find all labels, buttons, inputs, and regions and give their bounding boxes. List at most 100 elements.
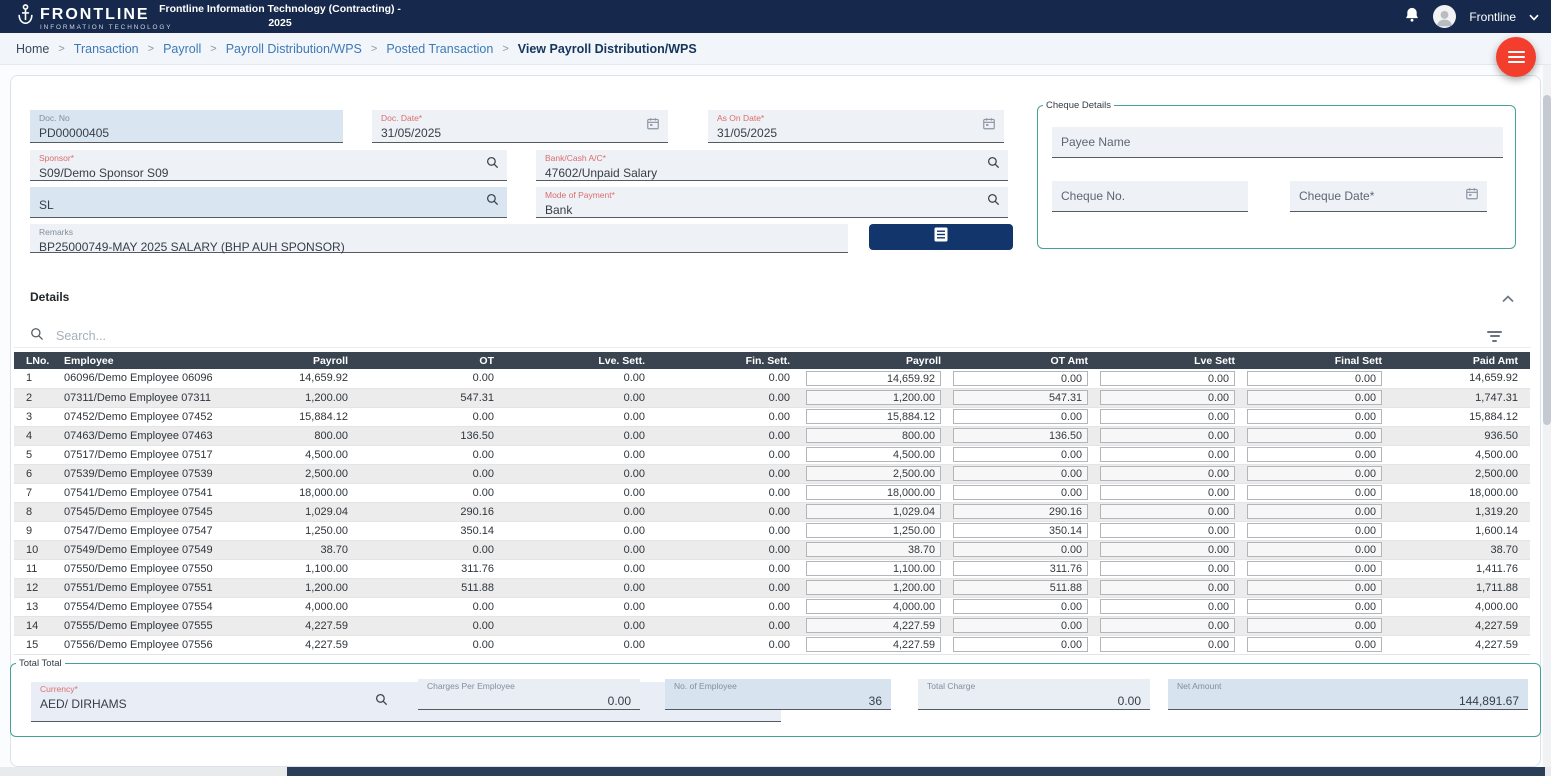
calendar-icon[interactable] — [1465, 187, 1479, 206]
cell-input-lve_sett_amt[interactable]: 0.00 — [1100, 523, 1235, 538]
charges-per-employee-field[interactable]: Charges Per Employee 0.00 — [418, 679, 640, 710]
cell-input-payroll_amt[interactable]: 18,000.00 — [806, 485, 941, 500]
calendar-icon[interactable] — [646, 117, 660, 136]
search-icon[interactable] — [486, 156, 499, 174]
cell-input-ot_amt[interactable]: 0.00 — [953, 447, 1088, 462]
cell-input-final_sett_amt[interactable]: 0.00 — [1247, 390, 1382, 405]
cell-input-payroll_amt[interactable]: 1,200.00 — [806, 390, 941, 405]
user-menu[interactable]: Frontline — [1469, 10, 1516, 24]
cell-input-lve_sett_amt[interactable]: 0.00 — [1100, 599, 1235, 614]
cell-input-payroll_amt[interactable]: 4,000.00 — [806, 599, 941, 614]
cell-input-lve_sett_amt[interactable]: 0.00 — [1100, 504, 1235, 519]
cell-input-lve_sett_amt[interactable]: 0.00 — [1100, 371, 1235, 386]
cell-final_sett_amt: 0.00 — [1241, 616, 1388, 635]
cell-input-ot_amt[interactable]: 0.00 — [953, 618, 1088, 633]
sponsor-field[interactable]: Sponsor* S09/Demo Sponsor S09 — [30, 150, 507, 181]
cell-input-ot_amt[interactable]: 0.00 — [953, 637, 1088, 652]
cell-input-ot_amt[interactable]: 311.76 — [953, 561, 1088, 576]
cell-input-lve_sett_amt[interactable]: 0.00 — [1100, 428, 1235, 443]
filter-icon[interactable] — [1487, 328, 1502, 344]
cell-input-final_sett_amt[interactable]: 0.00 — [1247, 466, 1382, 481]
chevron-down-icon[interactable] — [1529, 8, 1539, 26]
search-icon[interactable] — [486, 193, 499, 211]
cell-input-lve_sett_amt[interactable]: 0.00 — [1100, 485, 1235, 500]
cheque-no-input[interactable] — [1061, 181, 1239, 211]
cell-input-final_sett_amt[interactable]: 0.00 — [1247, 637, 1382, 652]
remarks-document-button[interactable] — [869, 224, 1013, 250]
cell-input-final_sett_amt[interactable]: 0.00 — [1247, 504, 1382, 519]
cheque-details-group: Cheque Details — [1037, 100, 1516, 249]
breadcrumb-transaction[interactable]: Transaction — [74, 42, 139, 56]
cell-input-payroll_amt[interactable]: 14,659.92 — [806, 371, 941, 386]
total-charge-field[interactable]: Total Charge 0.00 — [918, 679, 1150, 710]
cell-input-ot_amt[interactable]: 0.00 — [953, 466, 1088, 481]
cell-input-payroll_amt[interactable]: 1,029.04 — [806, 504, 941, 519]
cell-input-payroll_amt[interactable]: 1,250.00 — [806, 523, 941, 538]
cell-input-ot_amt[interactable]: 0.00 — [953, 542, 1088, 557]
cell-input-final_sett_amt[interactable]: 0.00 — [1247, 428, 1382, 443]
cell-input-lve_sett_amt[interactable]: 0.00 — [1100, 390, 1235, 405]
bank-cash-account-field[interactable]: Bank/Cash A/C* 47602/Unpaid Salary — [536, 150, 1008, 181]
cell-input-final_sett_amt[interactable]: 0.00 — [1247, 371, 1382, 386]
breadcrumb-home[interactable]: Home — [16, 42, 49, 56]
cell-input-final_sett_amt[interactable]: 0.00 — [1247, 409, 1382, 424]
search-icon[interactable] — [987, 193, 1000, 211]
cell-input-final_sett_amt[interactable]: 0.00 — [1247, 542, 1382, 557]
cell-input-payroll_amt[interactable]: 1,200.00 — [806, 580, 941, 595]
cell-input-ot_amt[interactable]: 0.00 — [953, 485, 1088, 500]
payee-name-input[interactable] — [1061, 127, 1494, 157]
cell-input-final_sett_amt[interactable]: 0.00 — [1247, 599, 1382, 614]
cell-input-final_sett_amt[interactable]: 0.00 — [1247, 618, 1382, 633]
as-on-date-field[interactable]: As On Date* 31/05/2025 — [708, 110, 1004, 143]
search-input[interactable] — [56, 329, 356, 343]
cell-input-lve_sett_amt[interactable]: 0.00 — [1100, 466, 1235, 481]
cell-input-lve_sett_amt[interactable]: 0.00 — [1100, 447, 1235, 462]
chevron-up-icon[interactable] — [1502, 290, 1514, 308]
search-icon[interactable] — [375, 693, 388, 711]
brand-logo[interactable]: FRONTLINE INFORMATION TECHNOLOGY — [16, 3, 172, 31]
cheque-date-input[interactable] — [1299, 181, 1478, 211]
cell-input-payroll_amt[interactable]: 1,100.00 — [806, 561, 941, 576]
breadcrumb-payroll-distribution[interactable]: Payroll Distribution/WPS — [226, 42, 362, 56]
cell-input-final_sett_amt[interactable]: 0.00 — [1247, 580, 1382, 595]
cell-input-final_sett_amt[interactable]: 0.00 — [1247, 447, 1382, 462]
breadcrumb-posted-transaction[interactable]: Posted Transaction — [386, 42, 493, 56]
remarks-field[interactable]: Remarks BP25000749-MAY 2025 SALARY (BHP … — [30, 224, 848, 253]
user-avatar[interactable] — [1433, 5, 1456, 28]
cell-input-ot_amt[interactable]: 0.00 — [953, 409, 1088, 424]
cell-input-lve_sett_amt[interactable]: 0.00 — [1100, 542, 1235, 557]
cell-input-payroll_amt[interactable]: 2,500.00 — [806, 466, 941, 481]
doc-no-field[interactable]: Doc. No PD00000405 — [30, 110, 343, 143]
cell-input-ot_amt[interactable]: 511.88 — [953, 580, 1088, 595]
calendar-icon[interactable] — [982, 117, 996, 136]
horizontal-scrollbar-thumb[interactable] — [287, 767, 1545, 776]
cell-input-ot_amt[interactable]: 136.50 — [953, 428, 1088, 443]
cell-input-ot_amt[interactable]: 350.14 — [953, 523, 1088, 538]
cell-input-ot_amt[interactable]: 0.00 — [953, 371, 1088, 386]
cell-input-lve_sett_amt[interactable]: 0.00 — [1100, 561, 1235, 576]
breadcrumb-payroll[interactable]: Payroll — [163, 42, 201, 56]
mode-of-payment-field[interactable]: Mode of Payment* Bank — [536, 187, 1008, 218]
doc-date-field[interactable]: Doc. Date* 31/05/2025 — [372, 110, 668, 143]
cell-input-final_sett_amt[interactable]: 0.00 — [1247, 523, 1382, 538]
cell-input-lve_sett_amt[interactable]: 0.00 — [1100, 618, 1235, 633]
cell-input-lve_sett_amt[interactable]: 0.00 — [1100, 637, 1235, 652]
cell-input-payroll_amt[interactable]: 4,500.00 — [806, 447, 941, 462]
notifications-bell-icon[interactable] — [1404, 6, 1420, 28]
cell-input-ot_amt[interactable]: 547.31 — [953, 390, 1088, 405]
cell-input-payroll_amt[interactable]: 4,227.59 — [806, 637, 941, 652]
cell-input-payroll_amt[interactable]: 4,227.59 — [806, 618, 941, 633]
cell-input-payroll_amt[interactable]: 15,884.12 — [806, 409, 941, 424]
cell-input-final_sett_amt[interactable]: 0.00 — [1247, 561, 1382, 576]
search-icon[interactable] — [987, 156, 1000, 174]
menu-fab-button[interactable] — [1496, 37, 1536, 77]
cell-input-ot_amt[interactable]: 290.16 — [953, 504, 1088, 519]
cell-input-lve_sett_amt[interactable]: 0.00 — [1100, 580, 1235, 595]
cell-input-lve_sett_amt[interactable]: 0.00 — [1100, 409, 1235, 424]
cell-input-ot_amt[interactable]: 0.00 — [953, 599, 1088, 614]
vertical-scrollbar-thumb[interactable] — [1543, 95, 1551, 425]
cell-input-payroll_amt[interactable]: 38.70 — [806, 542, 941, 557]
cell-input-final_sett_amt[interactable]: 0.00 — [1247, 485, 1382, 500]
sl-field[interactable]: SL — [30, 187, 507, 218]
cell-input-payroll_amt[interactable]: 800.00 — [806, 428, 941, 443]
